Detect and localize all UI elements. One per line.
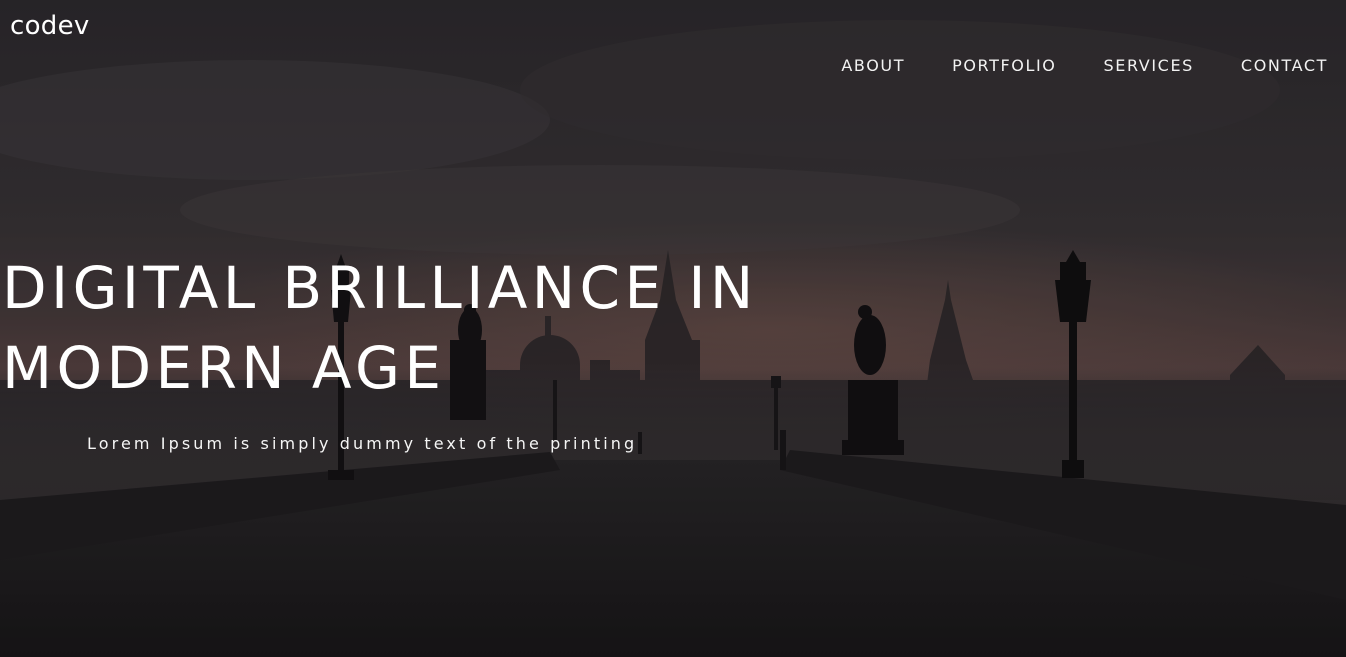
hero-headline: DIGITAL BRILLIANCE IN MODERN AGE bbox=[2, 248, 902, 408]
nav-link-contact[interactable]: CONTACT bbox=[1241, 55, 1328, 77]
hero-headline-line-1: DIGITAL BRILLIANCE IN bbox=[2, 254, 758, 322]
nav-link-portfolio[interactable]: PORTFOLIO bbox=[952, 55, 1056, 77]
site-logo[interactable]: codev bbox=[10, 10, 90, 42]
hero-section: codev ABOUT PORTFOLIO SERVICES CONTACT D… bbox=[0, 0, 1346, 657]
main-navigation: ABOUT PORTFOLIO SERVICES CONTACT bbox=[794, 55, 1328, 77]
nav-link-about[interactable]: ABOUT bbox=[841, 55, 905, 77]
nav-link-services[interactable]: SERVICES bbox=[1104, 55, 1194, 77]
hero-tagline: Lorem Ipsum is simply dummy text of the … bbox=[87, 434, 638, 453]
hero-headline-line-2: MODERN AGE bbox=[2, 334, 446, 402]
